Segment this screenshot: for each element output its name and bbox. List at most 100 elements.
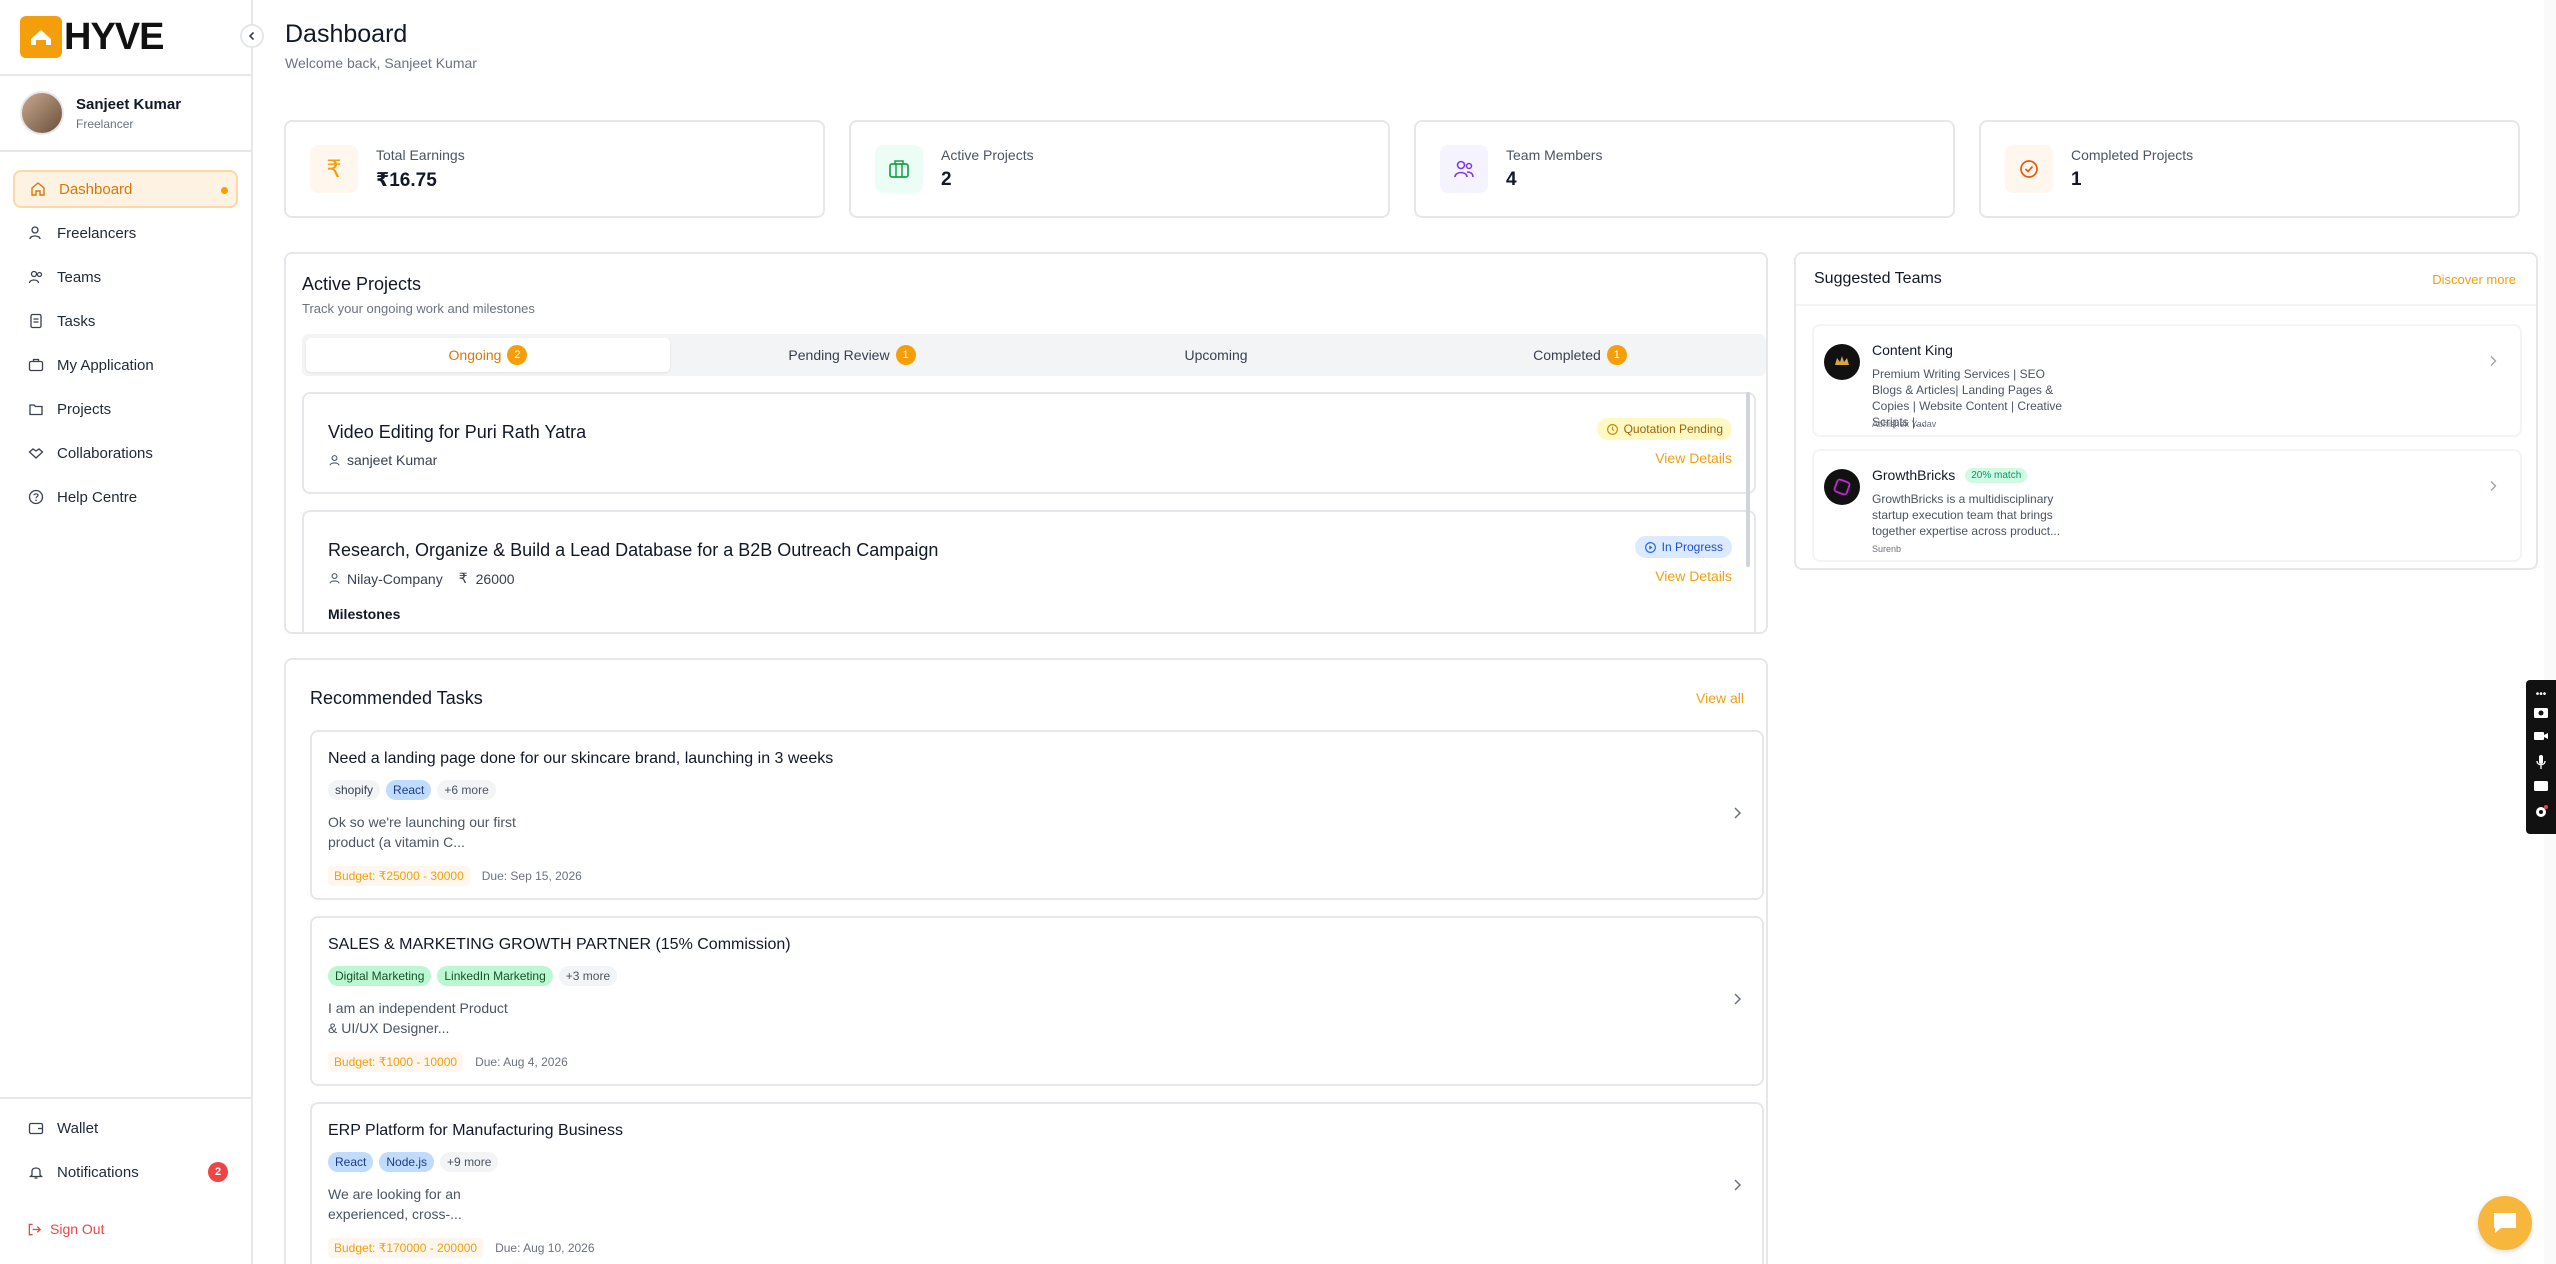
stat-card-completed-projects: Completed Projects 1	[1979, 120, 2520, 218]
sidebar-item-label: Wallet	[57, 1119, 99, 1137]
sign-out-button[interactable]: Sign Out	[13, 1221, 238, 1237]
chat-widget-button[interactable]	[2478, 1196, 2532, 1250]
sign-out-label: Sign Out	[50, 1221, 105, 1237]
stat-label: Active Projects	[941, 147, 1034, 163]
folders-icon	[27, 400, 45, 418]
microphone-icon[interactable]	[2534, 754, 2548, 775]
sidebar-item-help-centre[interactable]: Help Centre	[13, 478, 238, 516]
sidebar-item-tasks[interactable]: Tasks	[13, 302, 238, 340]
sidebar-item-dashboard[interactable]: Dashboard	[13, 170, 238, 208]
task-description: I am an independent Product & UI/UX Desi…	[328, 1000, 508, 1036]
sidebar-item-projects[interactable]: Projects	[13, 390, 238, 428]
tab-label: Ongoing	[448, 347, 502, 363]
page-scrollbar[interactable]	[2544, 0, 2556, 1264]
check-circle-icon	[2005, 145, 2053, 193]
logo[interactable]: HYVE	[0, 0, 251, 76]
sidebar-item-freelancers[interactable]: Freelancers	[13, 214, 238, 252]
briefcase-icon	[875, 145, 923, 193]
task-title: ERP Platform for Manufacturing Business	[328, 1122, 623, 1139]
status-badge: In Progress	[1634, 536, 1732, 558]
panel-title: Recommended Tasks	[310, 688, 483, 708]
tab-upcoming[interactable]: Upcoming	[1034, 338, 1398, 372]
task-card[interactable]: Need a landing page done for our skincar…	[310, 730, 1764, 900]
more-tags[interactable]: +3 more	[558, 966, 618, 986]
collapse-sidebar-button[interactable]	[240, 24, 264, 48]
home-icon	[29, 180, 47, 198]
view-details-link[interactable]: View Details	[1655, 568, 1732, 584]
sidebar-item-label: Teams	[57, 268, 102, 286]
task-card[interactable]: ERP Platform for Manufacturing Business …	[310, 1102, 1764, 1264]
panel-title: Active Projects	[302, 274, 422, 294]
page-title: Dashboard	[285, 20, 408, 48]
clock-icon	[1606, 423, 1619, 436]
tab-completed[interactable]: Completed 1	[1398, 338, 1762, 372]
chevron-right-icon	[1732, 1178, 1742, 1197]
sidebar-item-label: My Application	[57, 356, 154, 374]
tag: LinkedIn Marketing	[437, 966, 553, 986]
tag: React	[386, 780, 432, 800]
budget-badge: Budget: ₹170000 - 200000	[328, 1238, 484, 1258]
status-text: Quotation Pending	[1623, 422, 1723, 436]
user-profile[interactable]: Sanjeet Kumar Freelancer	[0, 76, 251, 152]
project-card[interactable]: Research, Organize & Build a Lead Databa…	[302, 510, 1756, 632]
chevron-right-icon	[1732, 992, 1742, 1011]
project-card[interactable]: Video Editing for Puri Rath Yatra sanjee…	[302, 392, 1756, 494]
project-meta: sanjeet Kumar	[328, 452, 437, 468]
budget-badge: Budget: ₹25000 - 30000	[328, 866, 470, 886]
due-date: Due: Aug 4, 2026	[475, 1055, 568, 1069]
sidebar-item-label: Freelancers	[57, 224, 137, 242]
sidebar-item-notifications[interactable]: Notifications 2	[13, 1153, 238, 1191]
status-text: In Progress	[1661, 540, 1723, 554]
team-card[interactable]: GrowthBricks 20% match GrowthBricks is a…	[1812, 449, 2522, 562]
more-tags[interactable]: +6 more	[437, 780, 496, 800]
task-tags: React Node.js +9 more	[328, 1152, 499, 1172]
tab-label: Pending Review	[788, 347, 890, 363]
team-card[interactable]: Content King Premium Writing Services | …	[1812, 324, 2522, 437]
toolbar-menu-icon[interactable]: •••	[2536, 689, 2547, 700]
logo-icon	[20, 16, 62, 58]
discover-more-link[interactable]: Discover more	[2432, 272, 2516, 287]
sidebar-item-collaborations[interactable]: Collaborations	[13, 434, 238, 472]
project-client: Nilay-Company	[347, 570, 443, 587]
rupee-icon: ₹	[310, 145, 358, 193]
panel-title: Suggested Teams	[1814, 270, 1942, 287]
budget-badge: Budget: ₹1000 - 10000	[328, 1052, 464, 1072]
stat-value: ₹16.75	[376, 169, 437, 191]
view-details-link[interactable]: View Details	[1655, 450, 1732, 466]
task-footer: Budget: ₹1000 - 10000 Due: Aug 4, 2026	[328, 1052, 568, 1072]
users-icon	[27, 268, 45, 286]
chat-icon[interactable]	[2533, 780, 2549, 799]
play-circle-icon	[1644, 541, 1657, 554]
brand-name: HYVE	[64, 15, 164, 58]
camera-icon[interactable]	[2533, 705, 2549, 724]
active-projects-panel: Active Projects Track your ongoing work …	[284, 252, 1768, 634]
more-tags[interactable]: +9 more	[440, 1152, 499, 1172]
user-icon	[328, 454, 341, 467]
suggested-teams-panel: Suggested Teams Discover more Content Ki…	[1794, 252, 2538, 570]
main-nav: Dashboard Freelancers Teams Tasks My App…	[0, 152, 251, 516]
tab-pending-review[interactable]: Pending Review 1	[670, 338, 1034, 372]
bell-icon	[27, 1163, 45, 1181]
project-title: Research, Organize & Build a Lead Databa…	[328, 540, 939, 560]
sidebar-item-teams[interactable]: Teams	[13, 258, 238, 296]
task-description: Ok so we're launching our first product …	[328, 814, 516, 850]
stat-card-team-members: Team Members 4	[1414, 120, 1955, 218]
handshake-icon	[27, 444, 45, 462]
video-icon[interactable]	[2533, 729, 2549, 748]
settings-icon[interactable]	[2533, 804, 2549, 825]
due-date: Due: Aug 10, 2026	[495, 1241, 595, 1255]
view-all-link[interactable]: View all	[1696, 690, 1744, 706]
tab-label: Completed	[1533, 347, 1601, 363]
tag: Node.js	[379, 1152, 435, 1172]
task-card[interactable]: SALES & MARKETING GROWTH PARTNER (15% Co…	[310, 916, 1764, 1086]
stat-value: 2	[941, 169, 952, 190]
stat-card-active-projects: Active Projects 2	[849, 120, 1390, 218]
sidebar-item-my-application[interactable]: My Application	[13, 346, 238, 384]
divider	[1796, 304, 2536, 306]
sidebar: HYVE Sanjeet Kumar Freelancer Dashboard …	[0, 0, 264, 1264]
scrollbar[interactable]	[1746, 392, 1750, 567]
sidebar-item-wallet[interactable]: Wallet	[13, 1109, 238, 1147]
avatar	[20, 91, 64, 135]
tab-ongoing[interactable]: Ongoing 2	[306, 338, 670, 372]
milestones-label: Milestones	[328, 606, 401, 622]
